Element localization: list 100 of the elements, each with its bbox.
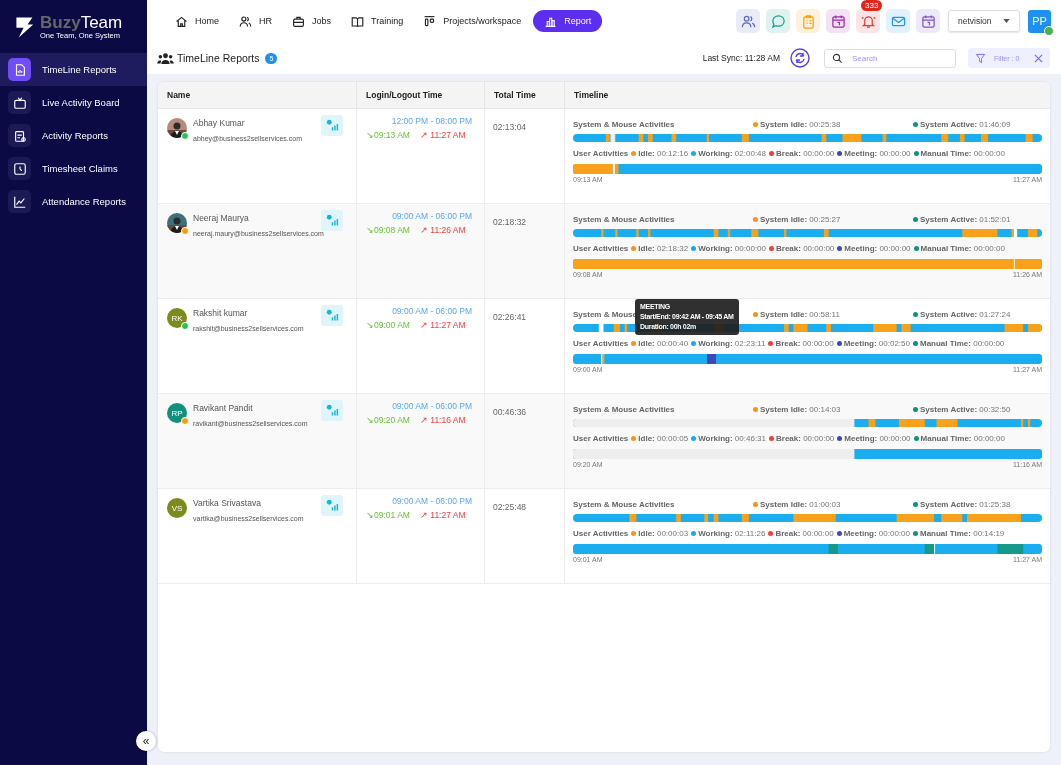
activity-stats-button[interactable]	[321, 115, 343, 136]
calendar-icon	[920, 13, 936, 29]
legend-dot	[753, 501, 758, 507]
header-icon-button[interactable]	[886, 9, 910, 33]
activity-stat: Working: 02:11:26	[698, 528, 766, 538]
system-active: System Active: 01:52:01	[920, 214, 1011, 224]
sidebar-item[interactable]: Timesheet Claims	[0, 152, 147, 185]
briefcase-icon	[292, 14, 305, 28]
activity-stat: Break: 00:00:00	[776, 243, 835, 253]
header-icon-button[interactable]	[826, 9, 850, 33]
close-icon[interactable]	[1034, 53, 1043, 63]
search-field[interactable]: Search	[824, 48, 956, 68]
legend-dot	[913, 406, 918, 412]
sidebar-item[interactable]: TimeLine Reports	[0, 53, 147, 86]
activity-stat: Working: 02:23:11	[698, 338, 766, 348]
shift-time: 09:00 AM - 06:00 PM	[391, 211, 472, 221]
activity-stat: Meeting: 00:00:00	[844, 148, 911, 158]
filter-icon	[975, 52, 986, 64]
nav-tab[interactable]: Home	[167, 10, 227, 32]
system-active: System Active: 00:32:50	[920, 404, 1011, 414]
activity-stat: Meeting: 00:00:00	[844, 243, 911, 253]
total-time: 02:18:32	[493, 217, 527, 227]
system-idle: System Idle: 00:25:27	[760, 214, 841, 224]
legend-dot	[913, 501, 918, 507]
header-icon-button[interactable]	[856, 9, 880, 33]
system-idle: System Idle: 00:14:03	[760, 404, 841, 414]
chart-icon	[12, 194, 27, 209]
logout-time: ↗ 11:27 AM	[419, 510, 466, 520]
login-time: ↘09:00 AM	[366, 320, 410, 330]
legend-dot	[753, 406, 758, 412]
shift-time: 09:00 AM - 06:00 PM	[391, 401, 472, 411]
tv-icon	[12, 95, 27, 110]
activity-stats-button[interactable]	[321, 400, 343, 421]
activity-stat: Meeting: 00:00:00	[844, 433, 911, 443]
nav-tab[interactable]: Training	[343, 10, 412, 32]
brand-name: BuzyTeam	[40, 13, 123, 31]
avatar-initials: RP	[171, 408, 183, 418]
signal-icon	[325, 404, 339, 417]
column-header: Name	[158, 82, 357, 108]
activity-stats-button[interactable]	[321, 305, 343, 326]
nav-tab[interactable]: Jobs	[284, 10, 340, 32]
header-icon-button[interactable]	[766, 9, 790, 33]
people-icon	[740, 13, 756, 29]
sidebar-item[interactable]: Attendance Reports	[0, 185, 147, 218]
section-label: User Activities	[573, 338, 629, 348]
section-label: System & Mouse Activities	[573, 499, 675, 509]
company-select[interactable]: netvision	[948, 10, 1020, 32]
legend-dot	[913, 311, 918, 317]
sidebar-item[interactable]: Live Activity Board	[0, 86, 147, 119]
header-icon-button[interactable]	[736, 9, 760, 33]
logout-time: ↗ 11:27 AM	[419, 320, 466, 330]
avatar-initials: RK	[171, 313, 183, 323]
section-label: System & Mouse Activities	[573, 214, 675, 224]
activity-stat: Idle: 00:00:40	[638, 338, 689, 348]
login-time: ↘09:13 AM	[366, 130, 410, 140]
clipboard-icon	[800, 13, 816, 29]
employee-name: Abhay Kumar	[193, 118, 245, 128]
activity-stats-button[interactable]	[321, 495, 343, 516]
nav-tab[interactable]: Report	[533, 10, 603, 32]
activity-stat: Manual Time: 00:00:00	[920, 243, 1005, 253]
section-label: User Activities	[573, 528, 629, 538]
employee-name: Ravikant Pandit	[193, 403, 253, 413]
sidebar-item[interactable]: Activity Reports	[0, 119, 147, 152]
employee-name: Vartika Srivastava	[193, 498, 261, 508]
header-icon-button[interactable]	[916, 9, 940, 33]
column-header: Total Time	[485, 82, 565, 108]
legend-dot	[753, 311, 758, 317]
system-idle: System Idle: 01:00:03	[760, 499, 841, 509]
activity-stat: Manual Time: 00:14:19	[919, 528, 1005, 538]
collapse-button[interactable]: «	[136, 731, 156, 751]
nav-tab[interactable]: HR	[231, 10, 280, 32]
section-label: System & Mouse Activities	[573, 404, 675, 414]
system-active: System Active: 01:27:24	[920, 309, 1011, 319]
book-icon	[351, 14, 365, 28]
activity-stat: Break: 00:00:00	[776, 433, 835, 443]
total-time: 02:13:04	[493, 122, 527, 132]
shift-time: 09:00 AM - 06:00 PM	[391, 496, 472, 506]
notification-count: 333	[861, 0, 883, 11]
nav-tab[interactable]: Projects/workspace	[415, 10, 530, 32]
section-label: System & Mouse Activities	[573, 119, 675, 129]
activity-stats-button[interactable]	[321, 210, 343, 231]
search-icon	[832, 52, 843, 64]
activity-stat: Manual Time: 00:00:00	[919, 338, 1005, 348]
legend-dot	[913, 216, 918, 222]
legend-dot	[753, 121, 758, 127]
calendar-icon	[830, 13, 846, 29]
activity-stat: Manual Time: 00:00:00	[920, 433, 1005, 443]
employee-name: Rakshit kumar	[193, 308, 248, 318]
login-time: ↘09:01 AM	[366, 510, 410, 520]
refresh-icon[interactable]	[790, 48, 810, 68]
total-time: 02:25:48	[493, 502, 527, 512]
activity-stat: Idle: 00:00:05	[638, 433, 689, 443]
activity-stat: Break: 00:00:00	[775, 528, 834, 538]
signal-icon	[325, 119, 339, 132]
activity-stat: Working: 00:46:31	[698, 433, 766, 443]
activity-stat: Working: 02:00:48	[698, 148, 766, 158]
legend-dot	[753, 216, 758, 222]
system-idle: System Idle: 00:25:38	[760, 119, 841, 129]
employee-name: Neeraj Maurya	[193, 213, 249, 223]
total-time: 02:26:41	[493, 312, 527, 322]
